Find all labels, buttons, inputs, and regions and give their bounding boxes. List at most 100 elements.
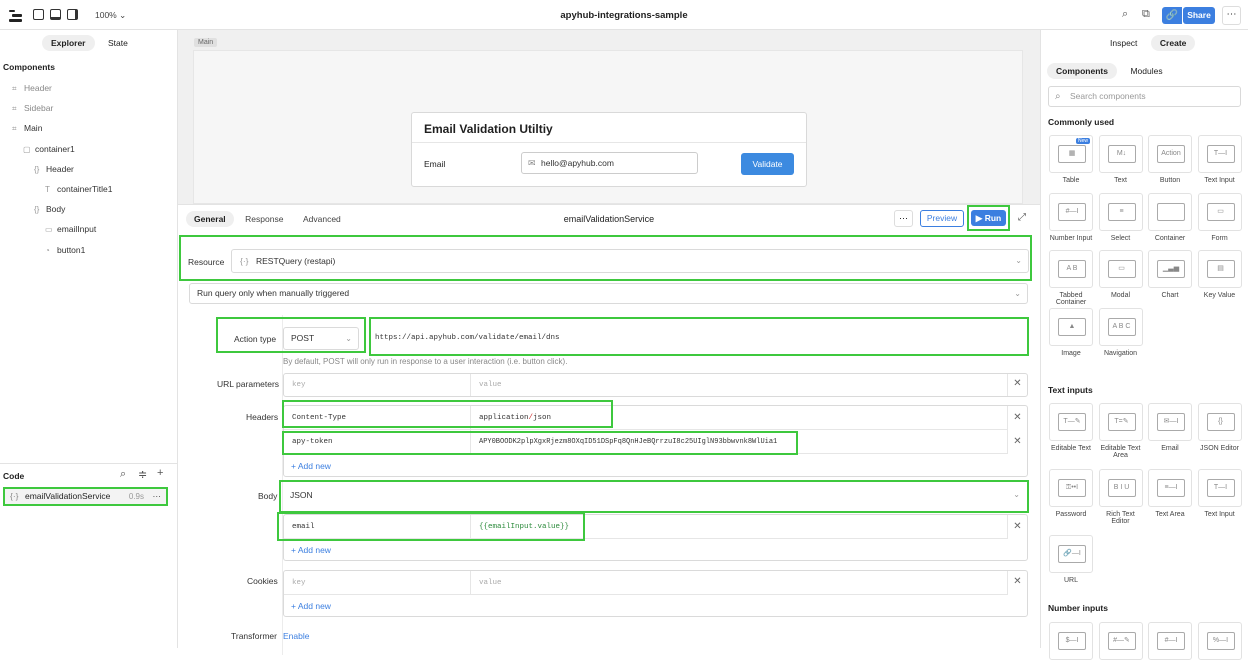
- number-input-2-icon: #—I: [1148, 622, 1192, 660]
- left-tabs: Explorer State: [42, 35, 139, 51]
- mail-icon: ✉: [528, 158, 536, 168]
- tree-item-emailinput[interactable]: ▭ emailInput: [45, 224, 96, 234]
- cookies-label: Cookies: [247, 576, 278, 586]
- query-item-emailvalidationservice[interactable]: {·} emailValidationService 0.9s ⋯: [3, 487, 168, 506]
- component-select[interactable]: ≡ Select: [1098, 192, 1144, 242]
- share-button[interactable]: Share: [1183, 7, 1215, 24]
- component-label: Rich Text Editor: [1106, 511, 1135, 525]
- tab-inspect[interactable]: Inspect: [1101, 35, 1146, 51]
- component-number-input-2[interactable]: #—I: [1147, 622, 1193, 664]
- tree-item-button1[interactable]: ◔ button1: [45, 245, 85, 255]
- search-icon[interactable]: ⌕: [1122, 8, 1128, 21]
- component-key-value[interactable]: ▤ Key Value: [1197, 250, 1243, 299]
- validate-button[interactable]: Validate: [741, 153, 794, 175]
- component-number-input-0[interactable]: $—I: [1048, 622, 1094, 664]
- component-form[interactable]: ▭ Form: [1197, 192, 1243, 242]
- method-select[interactable]: POST ⌄: [283, 327, 359, 350]
- tree-item-label: container1: [35, 143, 75, 154]
- component-button[interactable]: Action Button: [1147, 135, 1193, 184]
- preview-button[interactable]: Preview: [920, 210, 964, 227]
- tab-modules[interactable]: Modules: [1121, 63, 1171, 79]
- url-params-row[interactable]: key value ✕: [283, 373, 1028, 397]
- component-editable-text[interactable]: T—✎ Editable Text: [1048, 403, 1094, 452]
- input-icon: ▭: [45, 225, 53, 235]
- close-icon[interactable]: ✕: [1007, 406, 1027, 430]
- email-input[interactable]: ✉ hello@apyhub.com: [521, 152, 698, 174]
- component-text-input[interactable]: T—I Text Input: [1197, 469, 1243, 518]
- resource-select[interactable]: {·} RESTQuery (restapi) ⌄: [231, 249, 1029, 273]
- run-button[interactable]: ▶ Run: [971, 210, 1006, 226]
- tree-item-sidebar[interactable]: ⌗ Sidebar: [12, 103, 53, 114]
- tree-item-body[interactable]: {} Body: [34, 204, 65, 214]
- component-editable-text-area[interactable]: T=✎ Editable Text Area: [1098, 403, 1144, 459]
- query-options-button[interactable]: ⋯: [894, 210, 913, 227]
- tab-explorer[interactable]: Explorer: [42, 35, 95, 51]
- query-more-icon[interactable]: ⋯: [153, 489, 162, 504]
- component-modal[interactable]: ▭ Modal: [1098, 250, 1144, 299]
- component-tabbed-container[interactable]: A B Tabbed Container: [1048, 250, 1094, 306]
- add-icon[interactable]: +: [157, 467, 163, 479]
- component-password[interactable]: ⚿••I Password: [1048, 469, 1094, 518]
- component-label: URL: [1063, 577, 1078, 584]
- search-components-input[interactable]: ⌕ Search components: [1048, 86, 1241, 107]
- component-label: Text Input: [1204, 511, 1235, 518]
- component-chart[interactable]: ▁▃▅ Chart: [1147, 250, 1193, 299]
- component-url[interactable]: 🔗—I URL: [1048, 535, 1094, 584]
- select-icon: ≡: [1098, 192, 1143, 231]
- tree-item-main[interactable]: ⌗ Main: [12, 123, 42, 134]
- component-text-area[interactable]: ≡—I Text Area: [1147, 469, 1193, 518]
- create-subtabs: Components Modules: [1047, 63, 1174, 79]
- component-label: Chart: [1161, 292, 1179, 299]
- tree-item-container1[interactable]: ▢ container1: [23, 144, 75, 154]
- container-icon: ▢: [23, 144, 31, 154]
- container1[interactable]: Email Validation Utiltiy Email ✉ hello@a…: [411, 112, 807, 187]
- tree-item-header[interactable]: {} Header: [34, 164, 74, 174]
- cookie-row[interactable]: key value: [284, 571, 1008, 595]
- component-table[interactable]: ▦ New Table: [1048, 135, 1094, 184]
- expand-icon[interactable]: ⤢: [1018, 212, 1026, 223]
- resource-value: RESTQuery (restapi): [256, 256, 336, 266]
- component-text[interactable]: M↓ Text: [1098, 135, 1144, 184]
- more-options-button[interactable]: ⋯: [1222, 6, 1241, 25]
- component-number-input-1[interactable]: #—✎: [1098, 622, 1144, 664]
- link-icon[interactable]: 🔗: [1162, 7, 1182, 24]
- close-icon[interactable]: ✕: [1007, 515, 1027, 539]
- number-input-icon: #—I: [1049, 192, 1093, 231]
- url-input[interactable]: https://api.apyhub.com/validate/email/dn…: [372, 325, 1026, 353]
- release-icon[interactable]: ⧉: [1142, 8, 1150, 21]
- container-title: Email Validation Utiltiy: [424, 122, 553, 136]
- close-icon[interactable]: ✕: [1007, 430, 1027, 454]
- component-number-input[interactable]: #—I Number Input: [1048, 192, 1094, 242]
- key-placeholder: key: [292, 579, 306, 587]
- component-number-input-3[interactable]: %—I: [1197, 622, 1243, 664]
- body-type-select[interactable]: JSON ⌄: [283, 484, 1026, 508]
- search-icon[interactable]: ⌕: [120, 468, 126, 481]
- transformer-enable-link[interactable]: Enable: [283, 631, 309, 641]
- close-icon[interactable]: ✕: [1007, 374, 1027, 396]
- component-email[interactable]: ✉—I Email: [1147, 403, 1193, 452]
- transformer-label: Transformer: [231, 631, 277, 641]
- right-panel: Inspect Create Components Modules ⌕ Sear…: [1040, 30, 1248, 660]
- tree-item-header[interactable]: ⌗ Header: [12, 83, 52, 94]
- chevron-down-icon: ⌄: [1013, 490, 1020, 499]
- component-text-input[interactable]: T—I Text Input: [1197, 135, 1243, 184]
- number-input-3-icon: %—I: [1197, 622, 1242, 660]
- rich-text-editor-icon: B I U: [1098, 469, 1143, 507]
- trigger-select[interactable]: Run query only when manually triggered ⌄: [189, 283, 1028, 304]
- body-label: Body: [258, 491, 278, 501]
- add-body-link[interactable]: + Add new: [291, 545, 331, 555]
- component-navigation[interactable]: A B C Navigation: [1098, 307, 1144, 357]
- tab-components[interactable]: Components: [1047, 63, 1117, 79]
- tree-item-containertitle1[interactable]: TcontainerTitle1: [45, 184, 112, 194]
- tab-create[interactable]: Create: [1150, 35, 1196, 51]
- header-highlight: [282, 400, 613, 428]
- component-container[interactable]: Container: [1147, 192, 1193, 242]
- close-icon[interactable]: ✕: [1007, 571, 1027, 595]
- component-json-editor[interactable]: {} JSON Editor: [1197, 403, 1243, 452]
- component-rich-text-editor[interactable]: B I U Rich Text Editor: [1098, 469, 1144, 525]
- component-image[interactable]: ▲ Image: [1048, 307, 1094, 357]
- add-cookie-link[interactable]: + Add new: [291, 601, 331, 611]
- add-header-link[interactable]: + Add new: [291, 461, 331, 471]
- tab-state[interactable]: State: [99, 35, 137, 51]
- filter-icon[interactable]: ≑: [138, 468, 147, 481]
